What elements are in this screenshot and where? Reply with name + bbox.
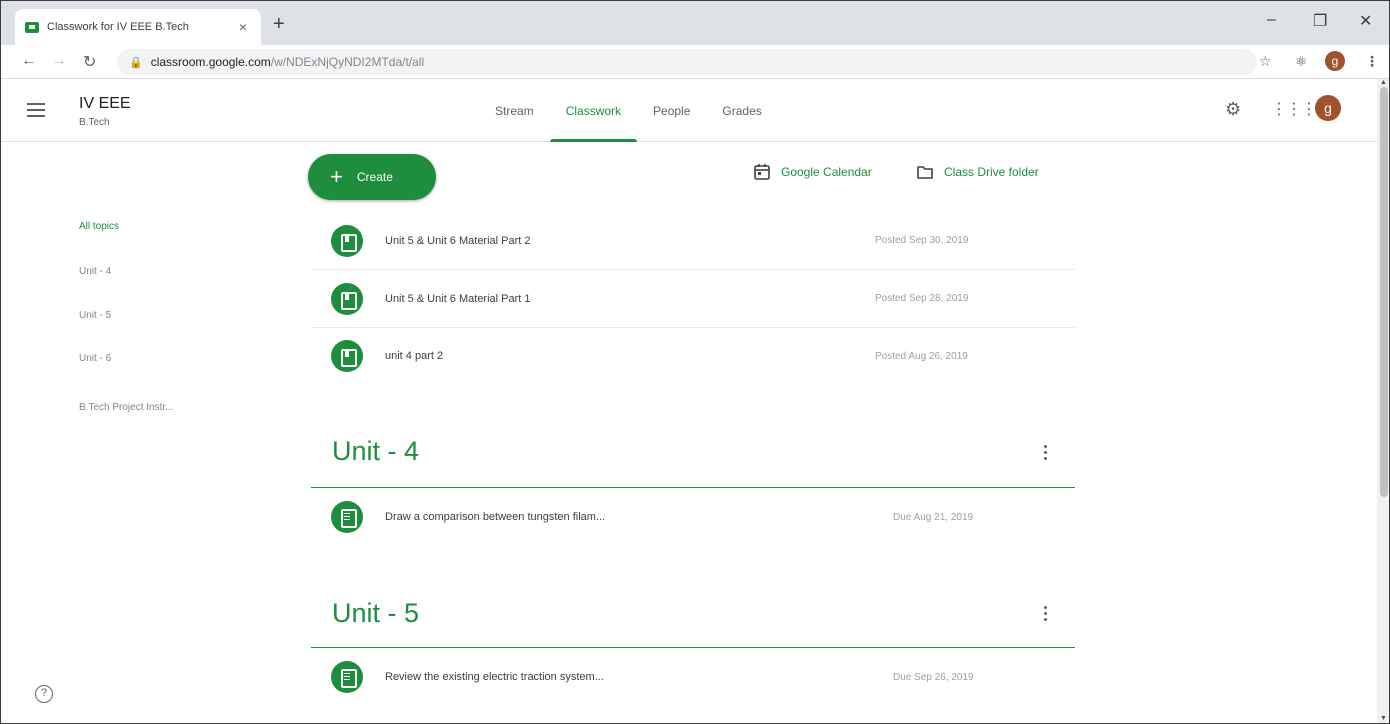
browser-profile-avatar[interactable]: g (1325, 51, 1345, 71)
topic-heading-unit-5: Unit - 5 (332, 598, 420, 628)
lock-icon: 🔒 (129, 56, 143, 69)
assignment-icon (331, 661, 363, 693)
back-icon[interactable]: ← (21, 52, 37, 70)
list-item[interactable]: unit 4 part 2 Posted Aug 26, 2019 (311, 327, 1075, 385)
new-tab-button[interactable]: + (273, 13, 285, 36)
tab-people[interactable]: People (637, 79, 706, 142)
material-icon (331, 340, 363, 372)
scroll-thumb[interactable] (1380, 87, 1388, 497)
more-vert-icon[interactable] (1041, 445, 1049, 463)
item-date: Posted Aug 26, 2019 (875, 350, 968, 362)
list-item[interactable]: Unit 5 & Unit 6 Material Part 2 Posted S… (311, 212, 1075, 270)
help-icon[interactable]: ? (35, 685, 53, 703)
extensions-icon[interactable]: ⚛ (1295, 53, 1308, 70)
address-bar-row: ← → ↻ 🔒 classroom.google.com /w/NDExNjQy… (1, 45, 1389, 79)
window-close-icon[interactable]: ✕ (1359, 11, 1372, 31)
item-title: Draw a comparison between tungsten filam… (385, 511, 606, 523)
topic-unit-6[interactable]: Unit - 6 (79, 353, 111, 364)
classroom-favicon-icon (25, 21, 39, 33)
forward-icon[interactable]: → (51, 52, 67, 70)
class-drive-folder-label: Class Drive folder (944, 165, 1039, 179)
tab-grades[interactable]: Grades (706, 79, 777, 142)
tab-classwork[interactable]: Classwork (549, 79, 638, 142)
item-date: Posted Sep 28, 2019 (875, 293, 969, 304)
topic-unit-4[interactable]: Unit - 4 (79, 266, 111, 277)
account-avatar[interactable]: g (1315, 95, 1341, 121)
scroll-up-icon[interactable]: ▲ (1380, 79, 1387, 86)
item-title: Unit 5 & Unit 6 Material Part 2 (385, 234, 531, 247)
more-vert-icon[interactable] (1041, 606, 1049, 624)
url-field[interactable]: 🔒 classroom.google.com /w/NDExNjQyNDI2MT… (117, 49, 1257, 75)
google-calendar-link[interactable]: Google Calendar (753, 163, 872, 181)
list-item[interactable]: Review the existing electric traction sy… (311, 648, 1075, 706)
minimize-icon[interactable]: – (1267, 11, 1276, 29)
tab-stream[interactable]: Stream (479, 79, 550, 142)
item-title: unit 4 part 2 (385, 350, 444, 362)
item-due-date: Due Aug 21, 2019 (893, 511, 974, 523)
create-button[interactable]: + Create (308, 154, 436, 200)
menu-icon[interactable] (27, 103, 45, 117)
item-title: Unit 5 & Unit 6 Material Part 1 (385, 292, 531, 305)
classroom-header: IV EEE B.Tech Stream Classwork People Gr… (1, 79, 1379, 142)
reload-icon[interactable]: ↻ (83, 52, 96, 72)
plus-icon: + (330, 164, 343, 189)
create-label: Create (356, 170, 393, 184)
folder-icon (917, 166, 933, 179)
item-due-date: Due Sep 26, 2019 (893, 671, 974, 683)
scroll-down-icon[interactable]: ▼ (1380, 715, 1387, 722)
settings-icon[interactable]: ⚙ (1225, 99, 1241, 120)
topic-heading-unit-4: Unit - 4 (332, 436, 420, 466)
apps-grid-icon[interactable]: ⋮⋮⋮ (1271, 99, 1317, 119)
page-scrollbar[interactable]: ▲ ▼ (1377, 79, 1389, 723)
star-icon[interactable]: ☆ (1259, 53, 1272, 70)
restore-icon[interactable]: ❐ (1313, 11, 1327, 31)
url-host: classroom.google.com (150, 55, 271, 69)
topic-project[interactable]: B.Tech Project Instr... (79, 402, 173, 413)
material-icon (331, 224, 363, 257)
google-calendar-label: Google Calendar (781, 165, 872, 179)
assignment-icon (331, 501, 363, 533)
item-title: Review the existing electric traction sy… (385, 671, 604, 683)
list-item[interactable]: Unit 5 & Unit 6 Material Part 1 Posted S… (311, 270, 1075, 328)
class-name[interactable]: IV EEE (79, 95, 131, 113)
class-nav-tabs: Stream Classwork People Grades (479, 79, 778, 142)
tab-title: Classwork for IV EEE B.Tech (47, 21, 189, 33)
browser-tab[interactable]: Classwork for IV EEE B.Tech × (15, 9, 261, 45)
url-path: /w/NDExNjQyNDI2MTda/t/all (270, 55, 425, 69)
tab-close-icon[interactable]: × (235, 19, 251, 35)
browser-window: Classwork for IV EEE B.Tech × + – ❐ ✕ ← … (0, 0, 1390, 724)
topic-all[interactable]: All topics (79, 221, 119, 232)
browser-menu-icon[interactable]: ⋮ (1365, 53, 1379, 70)
tab-strip: Classwork for IV EEE B.Tech × + – ❐ ✕ (1, 1, 1389, 45)
material-icon (331, 282, 363, 315)
class-drive-folder-link[interactable]: Class Drive folder (916, 163, 1039, 181)
class-section: B.Tech (79, 117, 110, 128)
topic-unit-5[interactable]: Unit - 5 (79, 310, 111, 321)
calendar-icon (754, 164, 770, 180)
item-date: Posted Sep 30, 2019 (875, 235, 969, 246)
list-item[interactable]: Draw a comparison between tungsten filam… (311, 488, 1075, 546)
